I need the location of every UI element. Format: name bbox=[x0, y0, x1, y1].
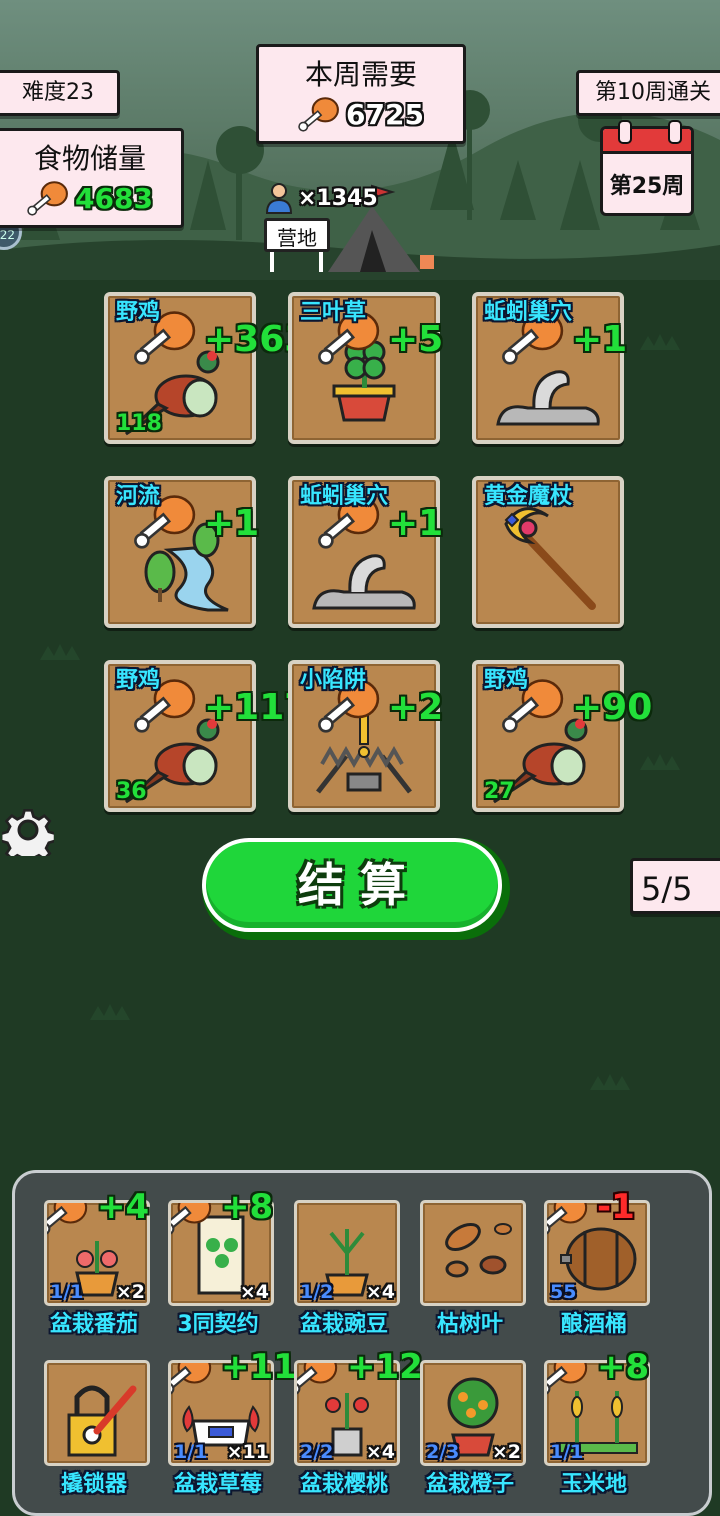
lockpick-icon bbox=[67, 1385, 137, 1457]
difficulty-label: 难度23 bbox=[0, 70, 120, 116]
tile-bonus: +5 bbox=[388, 319, 444, 360]
inventory-item-label: 盆栽番茄 bbox=[49, 1312, 138, 1337]
grid-tile[interactable]: 野鸡 +363 118 bbox=[104, 292, 309, 444]
item-multiplier: ×2 bbox=[491, 1441, 521, 1463]
grid-tile[interactable]: 河流 +1 bbox=[104, 476, 260, 628]
tile-name: 河流 bbox=[116, 484, 161, 509]
inventory-item[interactable]: +8 ×4 bbox=[168, 1187, 274, 1306]
clear-week-label: 第10周通关 bbox=[576, 70, 720, 116]
tile-bonus: +1 bbox=[204, 503, 260, 544]
calendar-ring-icon bbox=[668, 120, 682, 144]
tile-count: 36 bbox=[116, 779, 147, 804]
item-fraction: 1/1 bbox=[174, 1441, 208, 1463]
tile-count: 27 bbox=[484, 779, 515, 804]
item-multiplier: ×2 bbox=[115, 1281, 145, 1303]
inventory-item-label: 玉米地 bbox=[560, 1472, 627, 1497]
tile-count: 118 bbox=[116, 411, 162, 436]
tile-bonus: +1 bbox=[388, 503, 444, 544]
inventory-item[interactable]: 2/3 ×2 bbox=[420, 1360, 526, 1466]
item-fraction: 55 bbox=[550, 1281, 577, 1303]
tile-name: 黄金魔杖 bbox=[484, 484, 573, 509]
inventory-item-label: 盆栽草莓 bbox=[173, 1472, 262, 1497]
item-fraction: 2/3 bbox=[426, 1441, 460, 1463]
inventory-item[interactable] bbox=[44, 1360, 150, 1466]
population-value: ×1345 bbox=[298, 185, 378, 211]
inventory-item-label: 酿酒桶 bbox=[560, 1312, 627, 1337]
inventory-item[interactable]: 1/2 ×4 bbox=[294, 1200, 400, 1306]
grid-tile[interactable]: 黄金魔杖 bbox=[472, 476, 624, 628]
settle-button-label: 结 算 bbox=[297, 858, 406, 912]
item-fraction: 1/1 bbox=[550, 1441, 584, 1463]
inventory-item-label: 盆栽橙子 bbox=[425, 1472, 514, 1497]
tile-name: 野鸡 bbox=[116, 668, 161, 693]
grid-tile[interactable]: 小陷阱 +2 bbox=[288, 660, 444, 812]
food-storage-label: 食物储量 bbox=[33, 142, 146, 175]
item-fraction: 1/1 bbox=[50, 1281, 84, 1303]
person-icon bbox=[265, 183, 293, 214]
tile-name: 三叶草 bbox=[300, 300, 367, 325]
settings-gear-icon[interactable] bbox=[2, 804, 54, 856]
inventory-item[interactable] bbox=[420, 1200, 526, 1306]
current-week-label: 第25周 bbox=[609, 174, 685, 199]
food-storage-value: 4683 bbox=[75, 181, 153, 215]
inventory-item-label: 撬锁器 bbox=[60, 1472, 127, 1497]
item-fraction: 1/2 bbox=[300, 1281, 334, 1303]
calendar-ring-icon bbox=[618, 120, 632, 144]
tile-bonus: +2 bbox=[388, 687, 444, 728]
item-multiplier: ×11 bbox=[226, 1441, 269, 1463]
item-multiplier: ×4 bbox=[365, 1441, 395, 1463]
sign-post bbox=[270, 252, 274, 272]
weekly-need-value: 6725 bbox=[346, 97, 424, 131]
item-bonus: +11 bbox=[221, 1347, 297, 1387]
tile-name: 小陷阱 bbox=[300, 668, 367, 693]
drumstick-icon bbox=[298, 97, 339, 132]
population-counter: ×1345 bbox=[264, 182, 378, 214]
item-bonus: -1 bbox=[597, 1187, 635, 1227]
tile-name: 野鸡 bbox=[116, 300, 161, 325]
grid-tile[interactable]: 三叶草 +5 bbox=[288, 292, 444, 444]
inventory-item-label: 盆栽豌豆 bbox=[299, 1312, 388, 1337]
inventory-item[interactable]: +11 1/1 ×11 bbox=[168, 1347, 297, 1466]
weekly-need-panel: 本周需要 6725 bbox=[256, 44, 466, 144]
item-fraction: 2/2 bbox=[300, 1441, 334, 1463]
drumstick-icon bbox=[27, 181, 68, 216]
food-storage-panel: 食物储量 4683 bbox=[0, 128, 184, 228]
dry-leaves-icon bbox=[445, 1223, 512, 1278]
inventory-item-label: 枯树叶 bbox=[436, 1312, 503, 1337]
grid-tile[interactable]: 蚯蚓巢穴 +1 bbox=[472, 292, 628, 444]
item-bonus: +8 bbox=[221, 1187, 274, 1227]
grid-tile[interactable]: 蚯蚓巢穴 +1 bbox=[288, 476, 444, 628]
item-bonus: +8 bbox=[597, 1347, 650, 1387]
item-bonus: +12 bbox=[347, 1347, 423, 1387]
tile-name: 蚯蚓巢穴 bbox=[484, 300, 573, 325]
camp-sign[interactable]: 营地 bbox=[264, 218, 330, 252]
item-multiplier: ×4 bbox=[239, 1281, 269, 1303]
grid-tile[interactable]: 野鸡 +90 27 bbox=[472, 660, 652, 812]
tile-name: 野鸡 bbox=[484, 668, 529, 693]
weekly-need-label: 本周需要 bbox=[304, 58, 417, 91]
inventory-item[interactable]: -1 55 bbox=[544, 1187, 650, 1306]
page-counter: 5/5 bbox=[630, 858, 720, 914]
item-multiplier: ×4 bbox=[365, 1281, 395, 1303]
tile-bonus: +90 bbox=[572, 687, 653, 728]
inventory-item-label: 3同契约 bbox=[177, 1312, 259, 1337]
inventory-item[interactable]: +8 1/1 bbox=[544, 1347, 650, 1466]
tile-name: 蚯蚓巢穴 bbox=[300, 484, 389, 509]
inventory-item[interactable]: +4 1/1 ×2 bbox=[44, 1187, 150, 1306]
tile-bonus: +1 bbox=[572, 319, 628, 360]
sign-post bbox=[319, 252, 323, 272]
item-bonus: +4 bbox=[97, 1187, 150, 1227]
grid-tile[interactable]: 野鸡 +117 36 bbox=[104, 660, 309, 812]
settle-button[interactable]: 结 算 bbox=[202, 838, 510, 940]
inventory-item[interactable]: +12 2/2 ×4 bbox=[294, 1347, 423, 1466]
inventory-item-label: 盆栽樱桃 bbox=[299, 1472, 388, 1497]
